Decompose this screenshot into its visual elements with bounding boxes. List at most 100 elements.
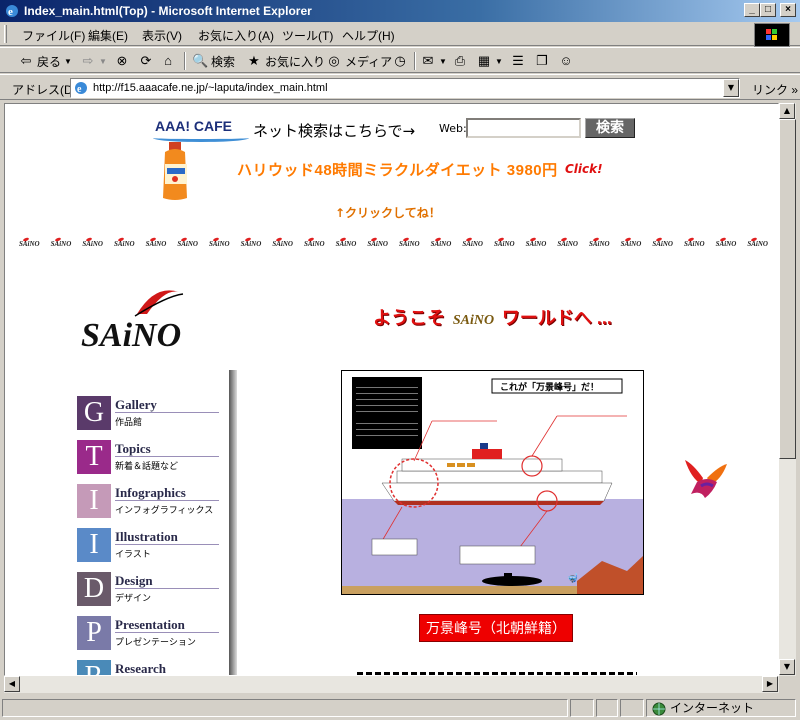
print-icon: ⎙ bbox=[454, 53, 466, 68]
discuss-icon: ☰ bbox=[512, 53, 524, 68]
edit-icon: ▦ bbox=[477, 53, 491, 68]
mail-icon: ✉ bbox=[422, 53, 434, 68]
close-button[interactable]: × bbox=[780, 3, 796, 17]
print-button[interactable]: ⎙ bbox=[452, 51, 468, 71]
refresh-button[interactable]: ⟳ bbox=[138, 51, 154, 71]
web-search-input[interactable] bbox=[466, 118, 581, 138]
status-panel bbox=[570, 699, 594, 717]
saino-mini-logo: SAiNO bbox=[557, 240, 578, 248]
saino-mini-logo: SAiNO bbox=[240, 240, 262, 248]
scroll-down-button[interactable]: ▼ bbox=[779, 659, 795, 675]
nav-item-subtitle: プレゼンテーション bbox=[115, 638, 196, 648]
address-bar: アドレス(D) e http://f15.aaacafe.ne.jp/~lapu… bbox=[0, 74, 800, 100]
ship-diagram[interactable]: これが「万景峰号」だ！ 🤿 bbox=[341, 370, 644, 595]
saino-logo-strip: SAiNO SAiNO SAiNO SAiNO SAiNO SAiNO SAiNO SAiNO… bbox=[19, 240, 778, 252]
favorites-icon: ★ bbox=[248, 53, 260, 68]
svg-text:e: e bbox=[8, 6, 13, 18]
nav-letter-tile: P bbox=[77, 616, 111, 650]
nav-item-name: Presentation bbox=[115, 617, 185, 632]
nav-divider bbox=[115, 632, 219, 633]
svg-text:e: e bbox=[77, 84, 82, 95]
media-button[interactable]: ◎ メディア bbox=[326, 51, 392, 71]
web-search-button[interactable]: 検索 bbox=[585, 118, 635, 138]
saino-mini-logo: SAiNO bbox=[209, 240, 230, 248]
links-button[interactable]: リンク » bbox=[752, 81, 798, 98]
windows-logo-icon bbox=[754, 23, 790, 47]
aaa-cafe-logo[interactable]: AAA! CAFE bbox=[153, 118, 249, 142]
search-button[interactable]: 🔍 検索 bbox=[192, 51, 235, 71]
discuss-button[interactable]: ☰ bbox=[510, 51, 526, 71]
nav-letter-tile: I bbox=[77, 484, 111, 518]
ship-caption-link[interactable]: 万景峰号（北朝鮮籍） bbox=[419, 614, 573, 642]
mail-button[interactable]: ✉ ▼ bbox=[420, 51, 447, 71]
status-panel bbox=[620, 699, 644, 717]
nav-letter-tile: G bbox=[77, 396, 111, 430]
ie-icon: e bbox=[6, 5, 18, 18]
saino-mini-logo: SAiNO bbox=[620, 240, 642, 248]
research-icon: ❐ bbox=[536, 53, 548, 68]
saino-mini-logo: SAiNO bbox=[177, 240, 198, 248]
scroll-left-button[interactable]: ◀ bbox=[4, 676, 20, 692]
nav-divider bbox=[115, 500, 219, 501]
saino-mini-logo: SAiNO bbox=[82, 240, 103, 248]
menu-view[interactable]: 表示(V) bbox=[142, 27, 182, 44]
messenger-button[interactable]: ☺ bbox=[558, 51, 574, 71]
address-input[interactable]: e http://f15.aaacafe.ne.jp/~laputa/index… bbox=[70, 78, 740, 98]
menu-tools[interactable]: ツール(T) bbox=[282, 27, 333, 44]
diet-ad-link[interactable]: ハリウッド48時間ミラクルダイエット 3980円 bbox=[237, 159, 558, 180]
search-label: 検索 bbox=[211, 54, 236, 69]
vertical-scroll-thumb[interactable] bbox=[779, 119, 796, 459]
nav-item-name: Illustration bbox=[115, 529, 178, 544]
research-button[interactable]: ❐ bbox=[534, 51, 550, 71]
saino-mini-logo: SAiNO bbox=[525, 240, 547, 248]
media-icon: ◎ bbox=[328, 53, 340, 68]
favorites-label: お気に入り bbox=[265, 54, 326, 69]
menu-bar: ファイル(F) 編集(E) 表示(V) お気に入り(A) ツール(T) ヘルプ(… bbox=[0, 22, 800, 46]
history-button[interactable]: ◷ bbox=[392, 51, 408, 71]
welcome-text-2: ワールドへ ... bbox=[501, 308, 612, 328]
menu-edit[interactable]: 編集(E) bbox=[88, 27, 128, 44]
vertical-scrollbar[interactable]: ▲ ▼ bbox=[779, 103, 796, 676]
stop-button[interactable]: ⊗ bbox=[114, 51, 130, 71]
saino-mini-logo: SAiNO bbox=[715, 240, 737, 248]
nav-item-subtitle: デザイン bbox=[115, 594, 152, 604]
nav-divider bbox=[115, 588, 219, 589]
juice-bottle-image[interactable] bbox=[157, 142, 193, 202]
scroll-up-button[interactable]: ▲ bbox=[779, 103, 795, 119]
page-viewport: AAA! CAFE ネット検索はこちらで→ Web: 検索 ハリウッド48時間ミ… bbox=[4, 103, 779, 676]
saino-mini-logo: SAiNO bbox=[430, 240, 452, 248]
menu-file[interactable]: ファイル(F) bbox=[22, 27, 85, 44]
click-link[interactable]: Click! bbox=[565, 162, 603, 176]
menu-help[interactable]: ヘルプ(H) bbox=[342, 27, 395, 44]
nav-letter-tile: D bbox=[77, 572, 111, 606]
nav-item-name: Gallery bbox=[115, 397, 157, 412]
saino-logo[interactable]: SAiNO bbox=[75, 284, 205, 354]
welcome-brand: SAiNO bbox=[452, 313, 495, 328]
address-dropdown-button[interactable]: ▼ bbox=[723, 79, 739, 97]
status-zone-text: インターネット bbox=[670, 701, 755, 715]
scroll-right-button[interactable]: ▶ bbox=[762, 676, 778, 692]
back-button[interactable]: ⇦ 戻る ▼ bbox=[18, 51, 72, 71]
favorites-button[interactable]: ★ お気に入り bbox=[246, 51, 325, 71]
nav-letter-tile: T bbox=[77, 440, 111, 474]
forward-button[interactable]: ⇨ ▼ bbox=[80, 51, 107, 71]
edit-button[interactable]: ▦ ▼ bbox=[476, 51, 503, 71]
menu-favorites[interactable]: お気に入り(A) bbox=[198, 27, 274, 44]
minimize-button[interactable]: _ bbox=[744, 3, 760, 17]
chevron-down-icon: ▼ bbox=[99, 56, 107, 66]
address-label: アドレス(D) bbox=[12, 83, 77, 97]
refresh-icon: ⟳ bbox=[140, 53, 152, 68]
history-icon: ◷ bbox=[394, 53, 406, 68]
bird-icon bbox=[685, 460, 727, 498]
nav-letter-tile: R bbox=[77, 660, 111, 675]
chevron-down-icon: ▼ bbox=[495, 56, 503, 66]
title-bar[interactable]: e Index_main.html(Top) - Microsoft Inter… bbox=[0, 0, 800, 22]
home-button[interactable]: ⌂ bbox=[160, 51, 176, 71]
messenger-icon: ☺ bbox=[559, 53, 573, 68]
maximize-button[interactable]: □ bbox=[760, 3, 776, 17]
horizontal-scrollbar[interactable]: ◀ ▶ bbox=[4, 676, 779, 693]
saino-mini-logo: SAiNO bbox=[462, 240, 483, 248]
nav-item-subtitle: イラスト bbox=[115, 550, 151, 560]
stop-icon: ⊗ bbox=[116, 53, 128, 68]
saino-mini-logo: SAiNO bbox=[747, 240, 768, 248]
